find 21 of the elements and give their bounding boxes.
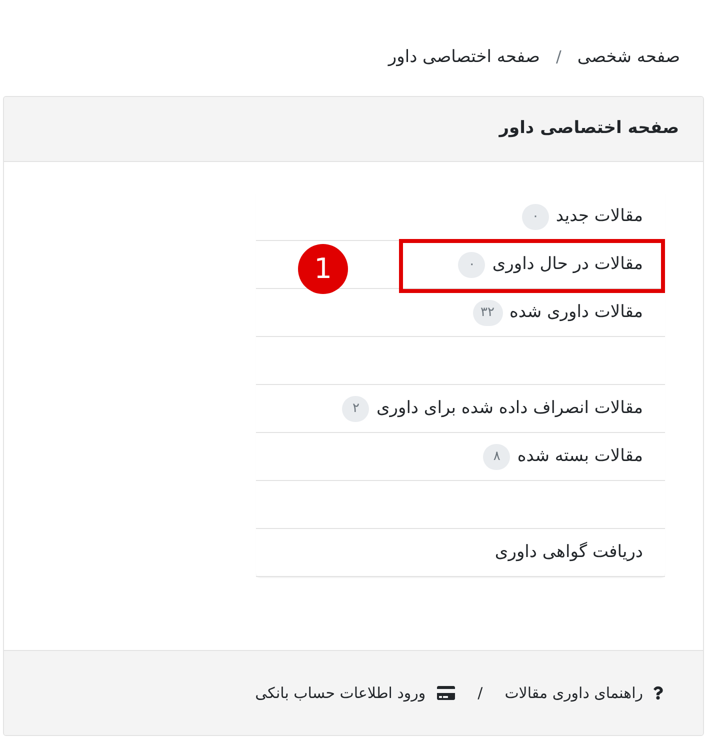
list-item-link[interactable]: مقالات جدید — [556, 208, 643, 225]
credit-card-icon — [436, 685, 456, 701]
breadcrumb-link[interactable]: صفحه شخصی — [577, 44, 680, 70]
footer-separator: / — [478, 682, 483, 704]
breadcrumb-link[interactable]: صفحه اختصاصی داور — [388, 44, 540, 70]
count-badge: ۰ — [522, 204, 549, 230]
list-item-link[interactable]: دریافت گواهی داوری — [494, 544, 643, 561]
list-item-link[interactable]: مقالات بسته شده — [517, 448, 643, 465]
count-badge: ۸ — [483, 444, 510, 470]
footer-link[interactable]: ورود اطلاعات حساب بانکی — [255, 682, 426, 704]
help-icon — [653, 686, 663, 700]
footer-link[interactable]: راهنمای داوری مقالات — [504, 682, 643, 704]
card-title: صفحه اختصاصی داور — [499, 117, 679, 140]
count-badge: ۳۲ — [472, 300, 502, 326]
list-item-link[interactable]: مقالات داوری شده — [510, 304, 643, 321]
count-badge: ۰ — [458, 252, 486, 278]
list-item-link[interactable]: مقالات انصراف داده شده برای داوری — [376, 400, 643, 417]
count-badge: ۲ — [342, 396, 370, 422]
breadcrumb-separator: / — [556, 46, 562, 68]
step-marker: 1 — [298, 244, 348, 294]
list-item-link[interactable]: مقالات در حال داوری — [492, 256, 643, 273]
